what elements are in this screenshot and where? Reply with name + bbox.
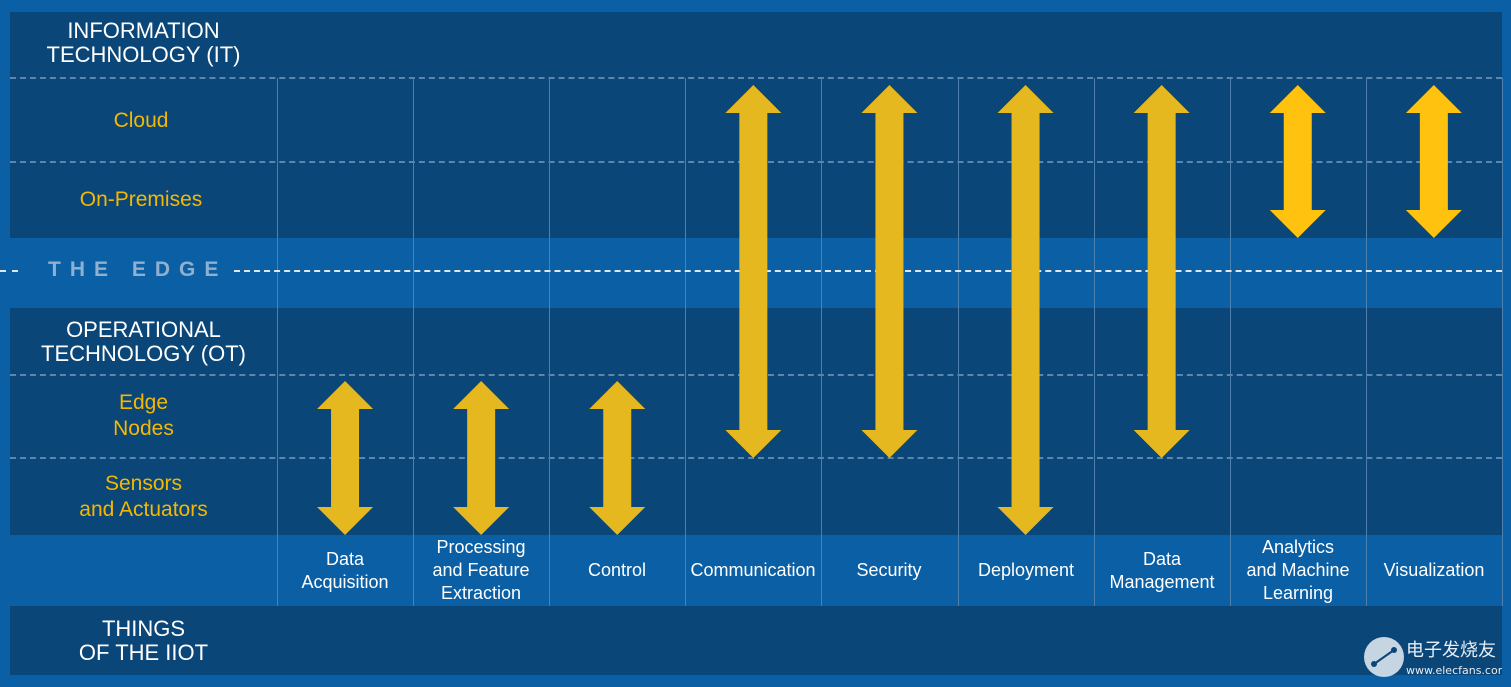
svg-text:电子发烧友: 电子发烧友 xyxy=(1406,640,1496,661)
double-arrow xyxy=(1405,85,1462,238)
watermark-logo: 电子发烧友 www.elecfans.com xyxy=(1362,632,1508,687)
double-arrow xyxy=(1269,85,1326,238)
double-arrow xyxy=(317,381,374,535)
double-arrow xyxy=(861,85,918,458)
double-arrow xyxy=(589,381,646,535)
double-arrow xyxy=(1133,85,1190,458)
svg-text:www.elecfans.com: www.elecfans.com xyxy=(1406,664,1502,677)
arrows-layer xyxy=(317,85,1462,535)
double-arrow xyxy=(453,381,510,535)
double-arrow xyxy=(725,85,782,458)
double-arrow xyxy=(997,85,1054,535)
